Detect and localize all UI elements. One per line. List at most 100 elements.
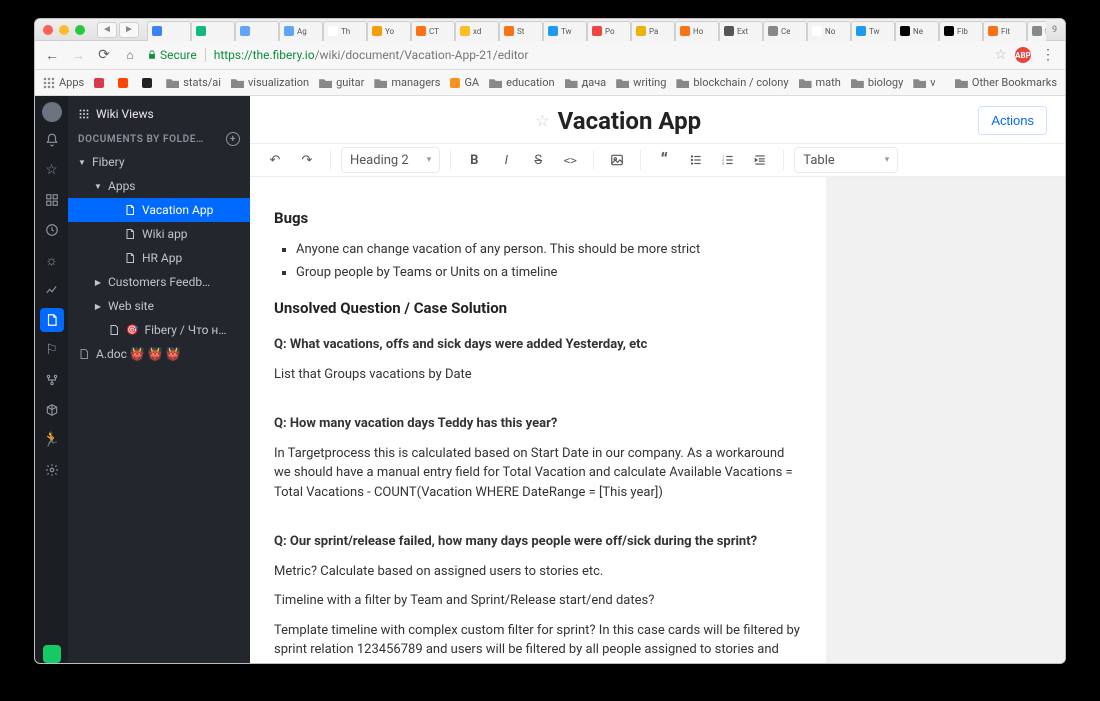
wiki-views-row[interactable]: Wiki Views: [68, 102, 250, 126]
secure-label: Secure: [160, 48, 197, 62]
redo-button[interactable]: ↷: [294, 147, 320, 173]
tab-forward-button[interactable]: ►: [119, 22, 139, 38]
browser-tab[interactable]: Ne: [895, 21, 939, 41]
bullet-list-button[interactable]: [683, 147, 709, 173]
fibery-logo-icon[interactable]: [43, 645, 61, 663]
code-button[interactable]: <>: [557, 147, 583, 173]
adoc-row[interactable]: A.doc 👹 👹 👹: [68, 342, 250, 366]
tab-label: Th: [341, 27, 350, 36]
close-window-icon[interactable]: [43, 25, 53, 35]
bookmark-star-icon[interactable]: ☆: [994, 47, 1007, 63]
tree-row[interactable]: Customers Feedb…: [68, 270, 250, 294]
tree-row[interactable]: 🎯Fibery / Что н…: [68, 318, 250, 342]
home-button[interactable]: ⌂: [121, 46, 139, 64]
back-button[interactable]: ←: [43, 46, 61, 64]
bookmark-item[interactable]: writing: [616, 76, 666, 89]
sun-icon[interactable]: ☼: [40, 248, 64, 272]
browser-tab[interactable]: [235, 21, 279, 41]
bookmark-item[interactable]: managers: [374, 76, 440, 89]
insert-select[interactable]: Table ▾: [794, 147, 898, 173]
browser-tab[interactable]: Ho: [675, 21, 719, 41]
browser-tab[interactable]: [147, 21, 191, 41]
favicon-icon: [680, 26, 690, 36]
gear-icon[interactable]: [40, 458, 64, 482]
avatar[interactable]: [42, 102, 62, 122]
apps-button[interactable]: Apps: [43, 76, 84, 89]
browser-tab[interactable]: Ext: [719, 21, 763, 41]
tree-row[interactable]: Wiki app: [68, 222, 250, 246]
tree-row[interactable]: Vacation App: [68, 198, 250, 222]
browser-tab[interactable]: St: [499, 21, 543, 41]
indent-button[interactable]: [747, 147, 773, 173]
image-button[interactable]: [604, 147, 630, 173]
chart-icon[interactable]: [40, 278, 64, 302]
tree-row[interactable]: Fibery: [68, 150, 250, 174]
page-title[interactable]: Vacation App: [558, 107, 702, 135]
bookmark-item[interactable]: stats/ai: [166, 76, 221, 89]
content-scroll[interactable]: Bugs Anyone can change vacation of any p…: [250, 177, 1065, 663]
bookmark-item[interactable]: biology: [851, 76, 903, 89]
history-icon[interactable]: [40, 218, 64, 242]
tree-row[interactable]: HR App: [68, 246, 250, 270]
bell-icon[interactable]: [40, 128, 64, 152]
url-field[interactable]: https://the.fibery.io/wiki/document/Vaca…: [214, 48, 529, 62]
browser-tab[interactable]: xd: [455, 21, 499, 41]
other-bookmarks[interactable]: Other Bookmarks: [955, 76, 1057, 89]
browser-tab[interactable]: Yo: [367, 21, 411, 41]
bookmark-item[interactable]: blockchain / colony: [676, 76, 788, 89]
tree-row[interactable]: Apps: [68, 174, 250, 198]
undo-button[interactable]: ↶: [262, 147, 288, 173]
reload-button[interactable]: ⟳: [95, 46, 113, 64]
bookmark-item[interactable]: дача: [565, 76, 607, 89]
browser-tab[interactable]: fib: [1027, 21, 1046, 41]
strike-button[interactable]: S: [525, 147, 551, 173]
paragraph-style-select[interactable]: Heading 2 ▾: [341, 147, 440, 173]
browser-tab[interactable]: Fit: [983, 21, 1027, 41]
forward-button[interactable]: →: [69, 46, 87, 64]
add-document-button[interactable]: +: [226, 132, 240, 146]
bookmark-item[interactable]: guitar: [319, 76, 364, 89]
tab-back-button[interactable]: ◄: [97, 22, 117, 38]
actions-button[interactable]: Actions: [978, 106, 1047, 135]
flag-icon[interactable]: ⚐: [40, 338, 64, 362]
browser-tab[interactable]: [191, 21, 235, 41]
bold-button[interactable]: B: [461, 147, 487, 173]
tree-row[interactable]: Web site: [68, 294, 250, 318]
bookmark-item[interactable]: GA: [450, 76, 479, 89]
browser-tab[interactable]: Th: [323, 21, 367, 41]
browser-tab[interactable]: CT: [411, 21, 455, 41]
bookmark-item[interactable]: [142, 76, 156, 89]
italic-button[interactable]: I: [493, 147, 519, 173]
browser-tab[interactable]: No: [807, 21, 851, 41]
minimize-window-icon[interactable]: [59, 25, 69, 35]
browser-tab[interactable]: Ce: [763, 21, 807, 41]
cube-icon[interactable]: [40, 398, 64, 422]
browser-tab[interactable]: Po: [587, 21, 631, 41]
numbered-list-button[interactable]: 123: [715, 147, 741, 173]
lock-icon: [147, 50, 157, 60]
browser-tab[interactable]: Ag: [279, 21, 323, 41]
browser-tab[interactable]: Pa: [631, 21, 675, 41]
bookmark-item[interactable]: math: [799, 76, 841, 89]
branch-icon[interactable]: [40, 368, 64, 392]
bookmark-item[interactable]: visualization: [231, 76, 309, 89]
browser-tab[interactable]: Tw: [851, 21, 895, 41]
bookmark-item[interactable]: v4arch: [913, 76, 935, 89]
page-star-icon[interactable]: ☆: [535, 111, 549, 130]
heading-unsolved: Unsolved Question / Case Solution: [274, 297, 802, 320]
doc-icon[interactable]: [40, 308, 64, 332]
star-icon[interactable]: ☆: [40, 158, 64, 182]
run-icon[interactable]: 🏃: [40, 428, 64, 452]
grid-icon[interactable]: [40, 188, 64, 212]
doc-page[interactable]: Bugs Anyone can change vacation of any p…: [250, 177, 826, 663]
adblock-icon[interactable]: ABP: [1015, 47, 1031, 63]
browser-tab[interactable]: Tw: [543, 21, 587, 41]
bookmark-item[interactable]: [94, 76, 108, 89]
zoom-window-icon[interactable]: [75, 25, 85, 35]
bookmark-item[interactable]: [118, 76, 132, 89]
browser-tab[interactable]: Fib: [939, 21, 983, 41]
quote-button[interactable]: “: [651, 147, 677, 173]
apps-grid-icon: [43, 77, 55, 89]
bookmark-item[interactable]: education: [489, 76, 554, 89]
browser-menu-button[interactable]: ⋮: [1039, 46, 1057, 64]
